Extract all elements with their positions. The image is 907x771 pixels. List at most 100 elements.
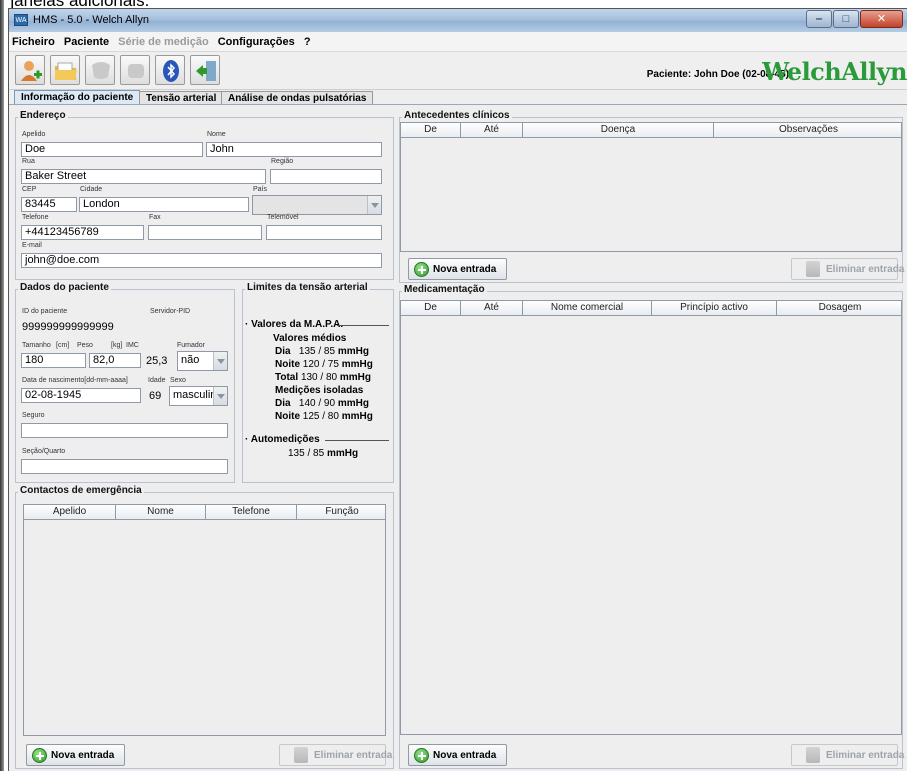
bmi-label: IMC — [126, 342, 139, 349]
phone-label: Telefone — [22, 214, 49, 221]
emergency-table[interactable]: Apelido Nome Telefone Função — [23, 504, 386, 736]
trash-icon — [806, 747, 820, 763]
col-ate[interactable]: Até — [461, 301, 523, 315]
address-panel: Endereço Apelido Doe Nome John Rua Baker… — [15, 110, 394, 280]
self-label: · Automedições — [245, 434, 320, 445]
email-label: E-mail — [22, 242, 42, 249]
weight-field[interactable]: 82,0 — [89, 353, 141, 368]
col-de[interactable]: De — [401, 123, 461, 137]
history-new-button[interactable]: Nova entrada — [408, 258, 507, 280]
city-label: Cidade — [80, 186, 103, 193]
ward-field[interactable] — [21, 459, 228, 474]
exit-door-icon — [196, 61, 216, 81]
medication-delete-button[interactable]: Eliminar entrada — [791, 744, 904, 766]
new-patient-button[interactable] — [15, 55, 45, 85]
insurance-label: Seguro — [22, 412, 45, 419]
title-bar[interactable]: WA HMS - 5.0 - Welch Allyn ‒ □ ✕ — [9, 9, 907, 32]
country-select[interactable] — [252, 195, 382, 215]
menu-serie-medicao[interactable]: Série de medição — [115, 32, 212, 48]
history-table[interactable]: De Até Doença Observações — [400, 122, 902, 252]
menu-help[interactable]: ? — [301, 32, 314, 48]
tab-pulse-wave[interactable]: Análise de ondas pulsatórias — [221, 91, 374, 105]
dob-field[interactable]: 02-08-1945 — [21, 388, 141, 403]
emergency-delete-button[interactable]: Eliminar entrada — [279, 744, 392, 766]
email-field[interactable]: john@doe.com — [21, 253, 382, 268]
medication-table-header: De Até Nome comercial Princípio activo D… — [401, 301, 901, 316]
height-label: Tamanho — [22, 342, 51, 349]
medication-table[interactable]: De Até Nome comercial Princípio activo D… — [400, 300, 902, 735]
close-button[interactable]: ✕ — [860, 10, 903, 28]
bp-limits-panel: Limites da tensão arterial · Valores da … — [242, 282, 394, 483]
city-field[interactable]: London — [79, 197, 249, 212]
maximize-button[interactable]: □ — [833, 10, 859, 28]
menu-ficheiro[interactable]: Ficheiro — [9, 32, 58, 48]
fax-field[interactable] — [148, 225, 262, 240]
tab-patient-info[interactable]: Informação do paciente — [14, 90, 141, 105]
chevron-down-icon — [367, 196, 381, 214]
age-label: Idade — [148, 377, 166, 384]
col-ate[interactable]: Até — [461, 123, 523, 137]
exit-button[interactable] — [190, 55, 220, 85]
smoker-select[interactable]: não — [177, 351, 228, 371]
col-apelido[interactable]: Apelido — [24, 505, 116, 519]
plus-circle-icon — [32, 748, 47, 763]
history-title: Antecedentes clínicos — [402, 110, 512, 121]
trash-icon — [806, 261, 820, 277]
chevron-down-icon — [213, 387, 227, 405]
col-de[interactable]: De — [401, 301, 461, 315]
col-telefone[interactable]: Telefone — [206, 505, 297, 519]
name-label: Nome — [207, 131, 226, 138]
surname-field[interactable]: Doe — [21, 142, 203, 157]
col-dosagem[interactable]: Dosagem — [777, 301, 903, 315]
total-avg-row: Total 130 / 80 mmHg — [275, 372, 371, 383]
region-field[interactable] — [270, 169, 382, 184]
menu-configuracoes[interactable]: Configurações — [215, 32, 298, 48]
new-patient-icon — [21, 61, 42, 81]
weight-unit: [kg] — [111, 342, 123, 349]
zip-label: CEP — [22, 186, 37, 193]
night-iso-row: Noite 125 / 80 mmHg — [275, 411, 373, 422]
medication-new-button[interactable]: Nova entrada — [408, 744, 507, 766]
mapa-line — [337, 325, 389, 326]
day-avg-row: Dia 135 / 85 mmHg — [275, 346, 369, 357]
col-doenca[interactable]: Doença — [523, 123, 714, 137]
emergency-new-button[interactable]: Nova entrada — [26, 744, 125, 766]
col-observacoes[interactable]: Observações — [714, 123, 903, 137]
weight-label: Peso — [77, 342, 93, 349]
self-line — [325, 440, 389, 441]
phone-field[interactable]: +44123456789 — [21, 225, 144, 240]
insurance-field[interactable] — [21, 423, 228, 438]
street-field[interactable]: Baker Street — [21, 169, 266, 184]
smoker-value: não — [181, 354, 200, 366]
open-patient-button[interactable] — [50, 55, 80, 85]
col-funcao[interactable]: Função — [297, 505, 387, 519]
col-nome-comercial[interactable]: Nome comercial — [523, 301, 652, 315]
height-field[interactable]: 180 — [21, 353, 86, 368]
tab-divider — [9, 104, 907, 105]
name-field[interactable]: John — [206, 142, 382, 157]
patient-id-label: ID do paciente — [22, 308, 68, 315]
device-button-disabled[interactable] — [85, 55, 115, 85]
mobile-field[interactable] — [266, 225, 382, 240]
tab-blood-pressure[interactable]: Tensão arterial — [139, 91, 224, 105]
folder-icon — [55, 62, 77, 80]
col-principio-activo[interactable]: Princípio activo — [652, 301, 777, 315]
patient-id-value: 999999999999999 — [22, 321, 114, 333]
avg-label: Valores médios — [273, 333, 347, 344]
measure-button-disabled[interactable] — [120, 55, 150, 85]
device-icon — [92, 62, 110, 79]
age-value: 69 — [149, 390, 162, 402]
bluetooth-button[interactable] — [155, 55, 185, 85]
history-delete-button[interactable]: Eliminar entrada — [791, 258, 904, 280]
plus-circle-icon — [414, 262, 429, 277]
mobile-label: Telemóvel — [267, 214, 299, 221]
trash-icon — [294, 747, 308, 763]
zip-field[interactable]: 83445 — [21, 197, 77, 212]
sex-select[interactable]: masculino — [169, 386, 228, 406]
bp-limits-title: Limites da tensão arterial — [245, 282, 370, 293]
menu-paciente[interactable]: Paciente — [61, 32, 112, 48]
bmi-value: 25,3 — [146, 355, 168, 367]
minimize-button[interactable]: ‒ — [806, 10, 832, 28]
country-label: País — [253, 186, 268, 193]
col-nome[interactable]: Nome — [116, 505, 206, 519]
